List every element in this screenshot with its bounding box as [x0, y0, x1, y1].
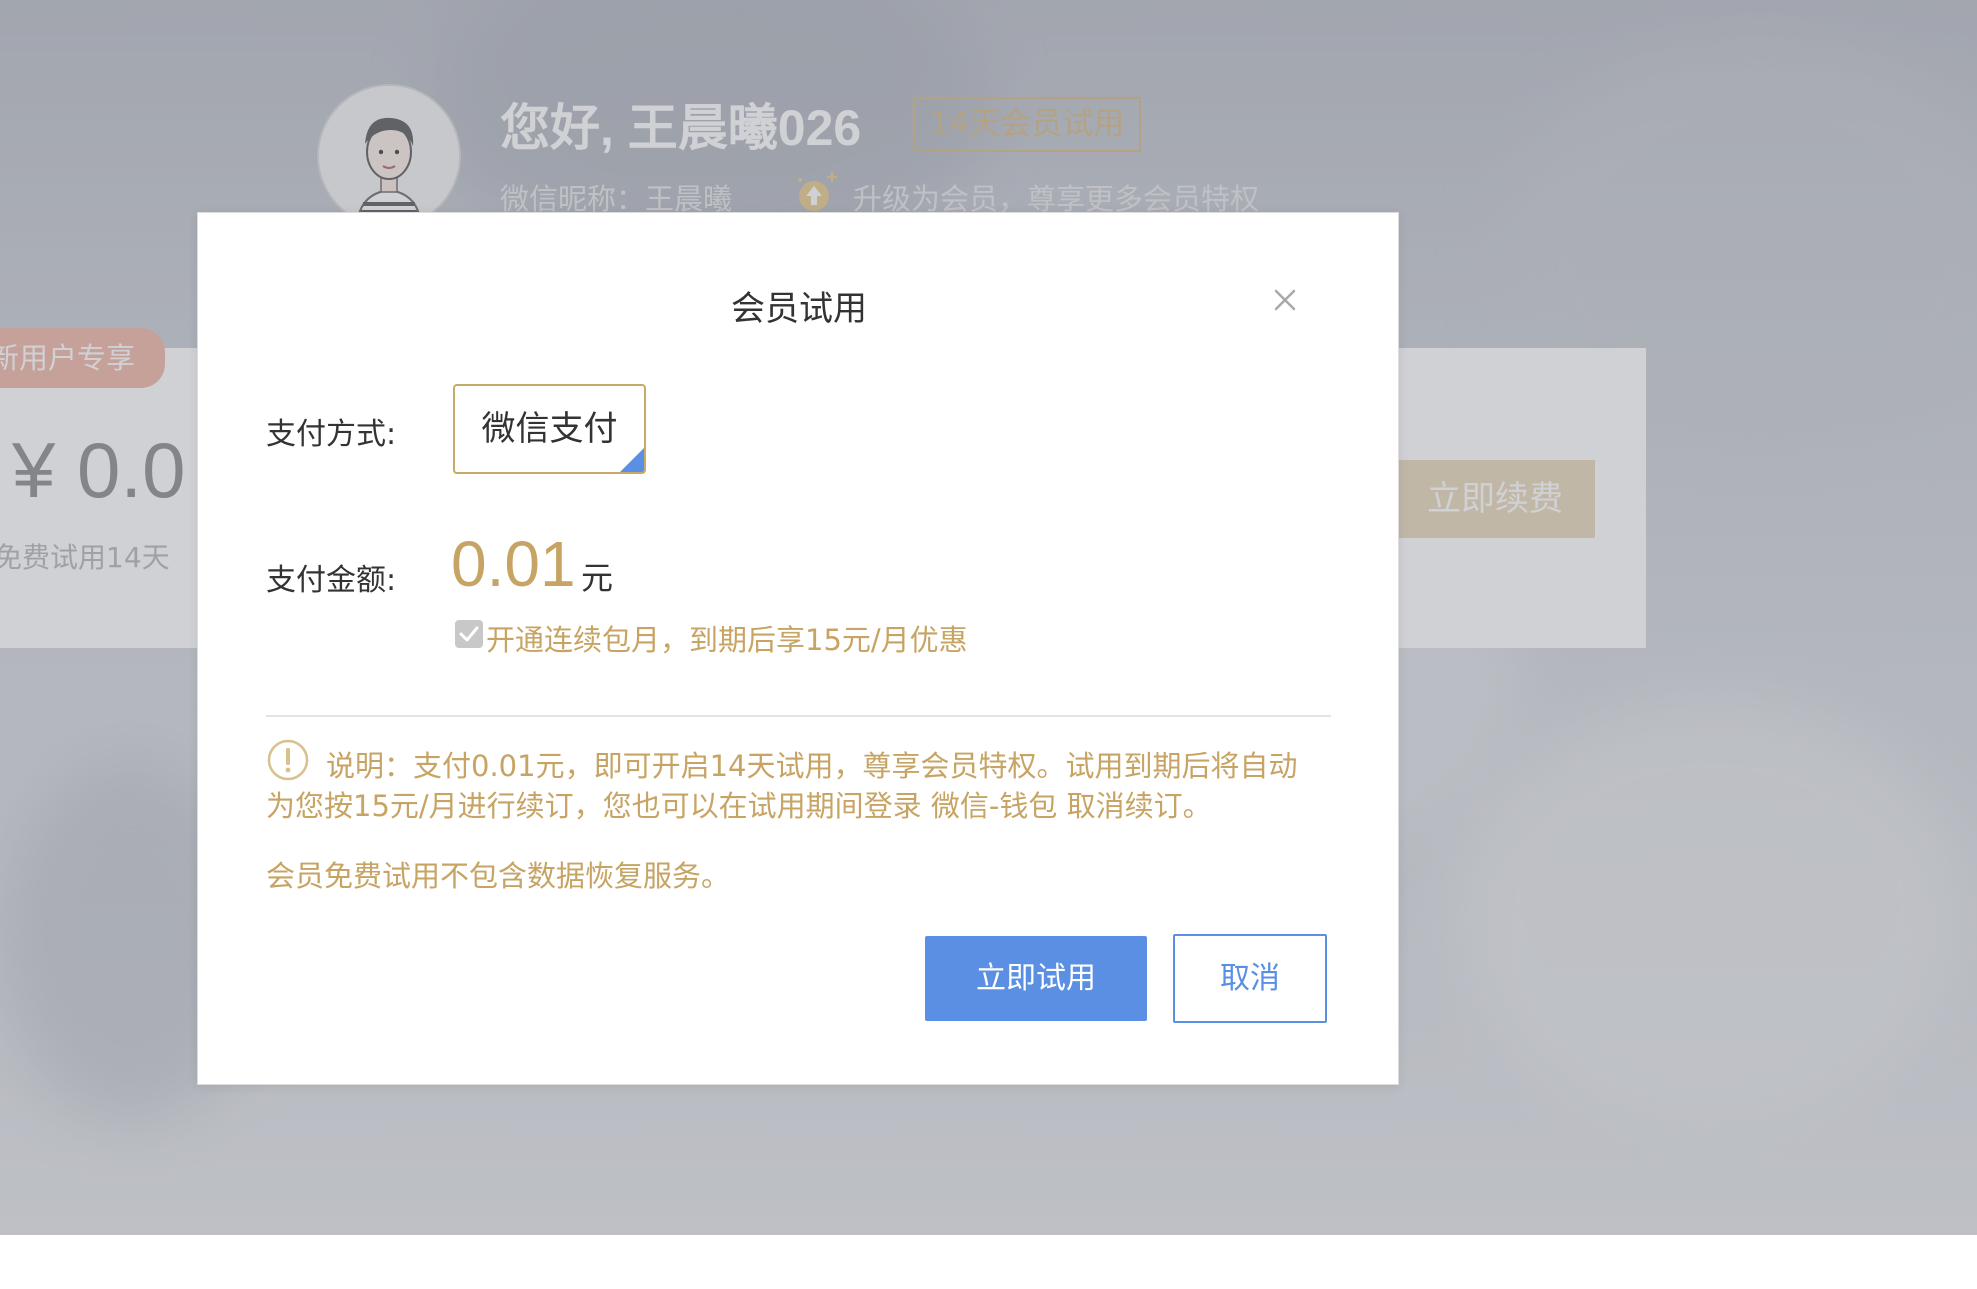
auto-renew-label: 开通连续包月，到期后享15元/月优惠: [486, 623, 968, 657]
pay-method-wechat-option[interactable]: 微信支付: [453, 384, 646, 474]
pay-method-option-label: 微信支付: [481, 409, 618, 449]
dialog-title: 会员试用: [731, 289, 867, 329]
page: 您好, 王晨曦026 14天会员试用 微信昵称：王晨曦 升级为会员，尊享更多会员…: [0, 0, 1977, 1289]
membership-trial-dialog: 会员试用 支付方式: 微信支付 支付金额: 0.01 元 开通连续包月，到期后享…: [197, 212, 1399, 1085]
note-line-1: 说明：支付0.01元，即可开启14天试用，尊享会员特权。试用到期后将自动: [326, 749, 1298, 783]
exclamation-circle-icon: [266, 738, 310, 782]
checkmark-icon: [459, 626, 479, 642]
cancel-button[interactable]: 取消: [1173, 934, 1327, 1023]
pay-amount-label: 支付金额:: [266, 563, 397, 598]
close-icon[interactable]: [1270, 285, 1300, 315]
pay-method-label: 支付方式:: [266, 417, 397, 452]
auto-renew-checkbox[interactable]: [455, 620, 483, 648]
divider: [266, 715, 1331, 717]
pay-amount-value: 0.01: [451, 528, 576, 600]
note-line-2: 为您按15元/月进行续订，您也可以在试用期间登录 微信-钱包 取消续订。: [266, 789, 1212, 823]
note-line-3: 会员免费试用不包含数据恢复服务。: [266, 859, 731, 893]
pay-amount-unit: 元: [581, 559, 614, 597]
selected-corner-icon: [620, 448, 644, 472]
start-trial-button[interactable]: 立即试用: [925, 936, 1147, 1021]
